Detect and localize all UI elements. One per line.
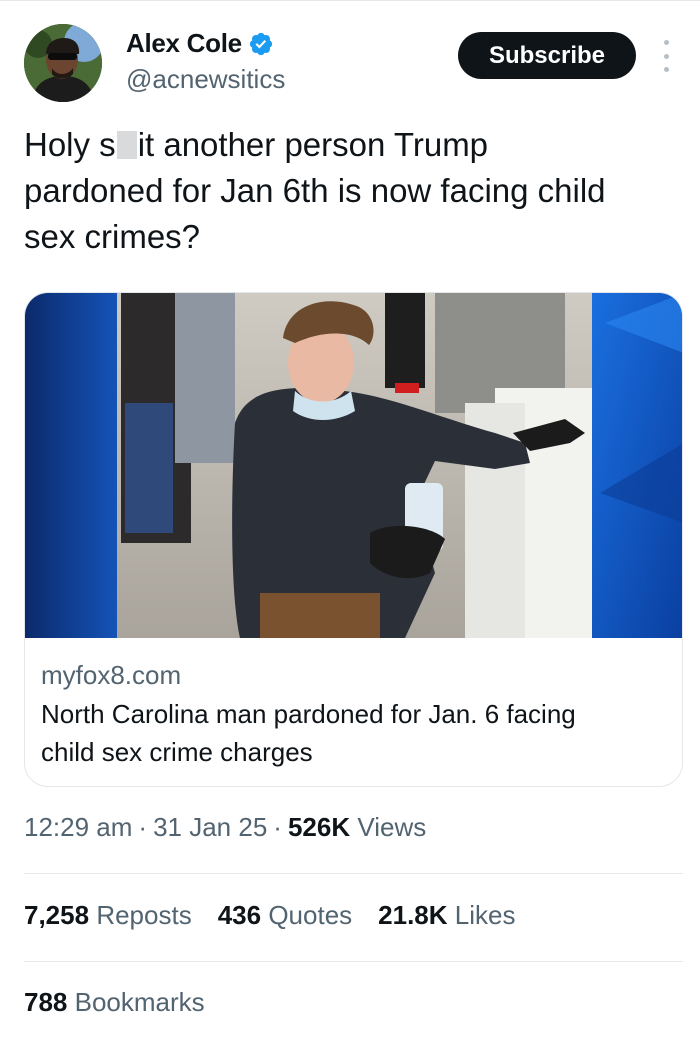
bookmarks-label: Bookmarks <box>74 987 205 1017</box>
separator-dot: · <box>273 812 282 842</box>
divider <box>24 961 683 962</box>
card-news-photo <box>25 293 682 638</box>
link-preview-card[interactable]: myfox8.com North Carolina man pardoned f… <box>24 292 683 787</box>
engagement-stats: 7,258 Reposts 436 Quotes 21.8K Likes <box>24 900 515 931</box>
quotes-stat[interactable]: 436 Quotes <box>218 900 352 931</box>
card-title-line: North Carolina man pardoned for Jan. 6 f… <box>41 699 576 729</box>
likes-count: 21.8K <box>378 900 448 930</box>
censor-block <box>116 131 137 159</box>
separator-dot: · <box>138 812 148 842</box>
more-options-icon[interactable] <box>658 40 674 72</box>
likes-label: Likes <box>454 900 516 930</box>
card-meta: myfox8.com North Carolina man pardoned f… <box>41 657 661 771</box>
author-handle[interactable]: @acnewsitics <box>126 64 285 95</box>
subscribe-button[interactable]: Subscribe <box>458 32 636 79</box>
tweet-text-line-2: pardoned for Jan 6th is now facing child <box>24 172 606 209</box>
avatar-photo <box>24 24 102 102</box>
divider <box>24 873 683 874</box>
top-divider <box>0 0 700 1</box>
quotes-count: 436 <box>217 900 262 930</box>
views-count: 526K <box>287 812 351 842</box>
tweet-metadata: 12:29 am · 31 Jan 25 · 526K Views <box>24 812 426 843</box>
views-label: Views <box>357 812 427 842</box>
tweet-text-line-1: Holy s it another person Trump <box>24 122 676 168</box>
reposts-stat[interactable]: 7,258 Reposts <box>24 900 192 931</box>
bookmarks-stat[interactable]: 788 Bookmarks <box>24 987 205 1018</box>
verified-badge-icon <box>248 31 274 57</box>
tweet-text-fragment: it another person Trump <box>137 126 489 163</box>
card-title: North Carolina man pardoned for Jan. 6 f… <box>41 695 661 771</box>
author-name-row: Alex Cole <box>126 28 274 59</box>
card-domain: myfox8.com <box>41 660 182 690</box>
quotes-label: Quotes <box>268 900 353 930</box>
tweet-time[interactable]: 12:29 am <box>24 812 132 842</box>
card-title-line: child sex crime charges <box>41 737 313 767</box>
avatar[interactable] <box>24 24 102 102</box>
tweet-text: Holy s it another person Trump pardoned f… <box>24 122 676 260</box>
author-name[interactable]: Alex Cole <box>126 28 242 59</box>
likes-stat[interactable]: 21.8K Likes <box>378 900 515 931</box>
reposts-label: Reposts <box>96 900 192 930</box>
tweet-text-fragment: Holy s <box>24 126 116 163</box>
bookmarks-count: 788 <box>24 987 68 1017</box>
reposts-count: 7,258 <box>24 900 90 930</box>
tweet-header: Alex Cole @acnewsitics Subscribe <box>24 22 676 104</box>
tweet-date[interactable]: 31 Jan 25 <box>153 812 267 842</box>
tweet-text-line-3: sex crimes? <box>24 218 201 255</box>
